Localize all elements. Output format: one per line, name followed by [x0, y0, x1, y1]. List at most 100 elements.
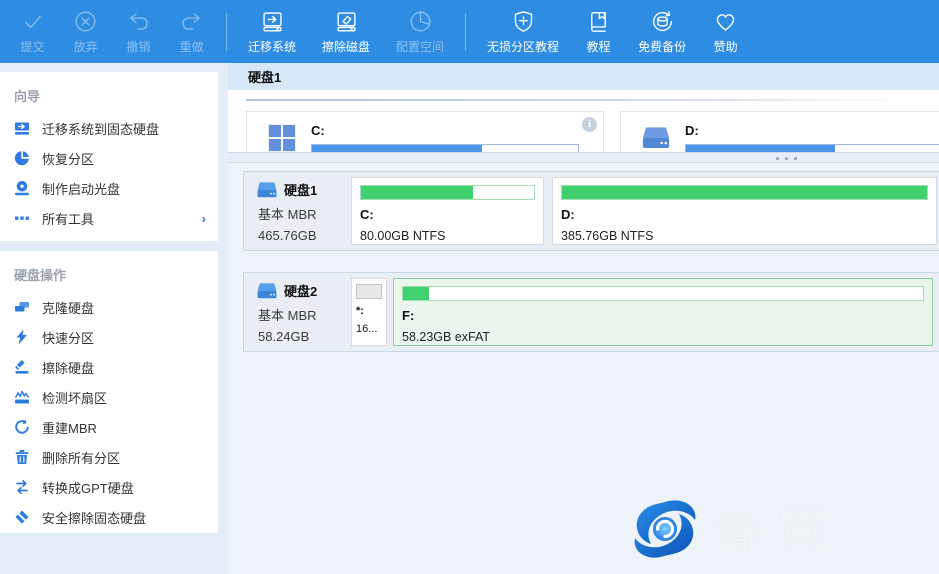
discard-label: 放弃 — [73, 38, 97, 55]
partition-letter: *: — [356, 305, 382, 317]
overview-volume-letter: C: — [311, 123, 579, 138]
sidebar-item-label: 恢复分区 — [42, 149, 94, 168]
discard-icon — [72, 8, 99, 35]
trash-icon — [14, 449, 30, 465]
sidebar-item-clone-disk[interactable]: 克隆硬盘 — [0, 292, 218, 322]
overview-usage-bar — [311, 144, 579, 152]
partition-unlettered[interactable]: *: 16... — [351, 278, 387, 346]
partition-usage-fill — [403, 287, 429, 300]
backup-icon — [649, 8, 676, 35]
migrate-ssd-icon — [14, 120, 30, 136]
partition-letter: C: — [360, 207, 535, 222]
info-icon[interactable]: i — [582, 117, 597, 132]
sidebar-item-all-tools[interactable]: 所有工具 › — [0, 203, 218, 233]
bootable-media-icon — [14, 180, 30, 196]
overview-usage-bar — [685, 144, 939, 152]
sidebar-item-wipe-hard-drive[interactable]: 擦除硬盘 — [0, 352, 218, 382]
tab-disk1[interactable]: 硬盘1 — [248, 67, 281, 86]
migrate-system-icon — [259, 8, 286, 35]
partition-usage-bar — [356, 284, 382, 299]
partition-usage-bar — [402, 286, 924, 301]
redo-icon — [178, 8, 205, 35]
brush-icon — [14, 359, 30, 375]
sidebar-item-quick-partition[interactable]: 快速分区 — [0, 322, 218, 352]
partition-usage-fill — [361, 186, 473, 199]
disk-row-1: 硬盘1 基本 MBR 465.76GB C: 80.00GB NTFS D: 3… — [243, 171, 939, 251]
sidebar-item-secure-erase-ssd[interactable]: 安全擦除固态硬盘 — [0, 502, 218, 532]
free-backup-button[interactable]: 免费备份 — [625, 0, 699, 63]
toolbar-separator — [465, 13, 466, 51]
sidebar-item-make-bootable-media[interactable]: 制作启动光盘 — [0, 173, 218, 203]
redo-button[interactable]: 重做 — [165, 0, 218, 63]
toolbar-separator — [226, 13, 227, 51]
drive-icon — [641, 123, 671, 152]
apply-button[interactable]: 提交 — [6, 0, 59, 63]
sidebar-item-check-bad-sectors[interactable]: 检测坏扇区 — [0, 382, 218, 412]
overview-volume-d[interactable]: D: — [620, 111, 939, 152]
free-backup-label: 免费备份 — [638, 38, 686, 55]
sidebar-item-label: 安全擦除固态硬盘 — [42, 508, 146, 527]
undo-button[interactable]: 撤销 — [112, 0, 165, 63]
sidebar-item-label: 迁移系统到固态硬盘 — [42, 119, 159, 138]
redo-label: 重做 — [179, 38, 203, 55]
partition-usage-fill — [357, 285, 381, 298]
disk-tab-bar: 硬盘1 — [228, 63, 939, 90]
splitter-handle[interactable] — [776, 157, 797, 160]
overview-volume-c[interactable]: C: i — [246, 111, 604, 152]
sidebar-item-delete-all-partitions[interactable]: 删除所有分区 — [0, 442, 218, 472]
sidebar-item-label: 擦除硬盘 — [42, 358, 94, 377]
zewang-logo-icon — [628, 498, 702, 560]
heart-icon — [712, 8, 739, 35]
allocate-space-icon — [407, 8, 434, 35]
sidebar-item-label: 转换成GPT硬盘 — [42, 478, 134, 497]
convert-arrows-icon — [14, 479, 30, 495]
disk-size: 465.76GB — [256, 228, 346, 243]
disk1-header[interactable]: 硬盘1 基本 MBR 465.76GB — [244, 172, 346, 250]
discard-button[interactable]: 放弃 — [59, 0, 112, 63]
chevron-right-icon: › — [202, 211, 206, 226]
partition-tutorial-button[interactable]: 无损分区教程 — [474, 0, 572, 63]
sidebar-item-label: 快速分区 — [42, 328, 94, 347]
book-icon — [585, 8, 612, 35]
windows-logo-icon — [267, 123, 297, 152]
disk-icon — [256, 181, 278, 199]
all-tools-icon — [14, 210, 30, 226]
shield-plus-icon — [510, 8, 537, 35]
clone-disk-icon — [14, 299, 30, 315]
check-icon — [19, 8, 46, 35]
partition-detail: 80.00GB NTFS — [360, 229, 535, 243]
migrate-system-label: 迁移系统 — [248, 38, 296, 55]
disk2-header[interactable]: 硬盘2 基本 MBR 58.24GB — [244, 273, 346, 351]
sidebar-item-rebuild-mbr[interactable]: 重建MBR — [0, 412, 218, 442]
wipe-disk-button[interactable]: 擦除磁盘 — [309, 0, 383, 63]
partition-d[interactable]: D: 385.76GB NTFS — [552, 177, 937, 245]
sidebar-item-label: 删除所有分区 — [42, 448, 120, 467]
overview-usage-fill — [312, 145, 482, 152]
allocate-space-button[interactable]: 配置空间 — [383, 0, 457, 63]
partition-c[interactable]: C: 80.00GB NTFS — [351, 177, 544, 245]
sponsor-button[interactable]: 赞助 — [699, 0, 752, 63]
sidebar-item-convert-to-gpt[interactable]: 转换成GPT硬盘 — [0, 472, 218, 502]
watermark: 泽网 — [628, 493, 838, 565]
undo-icon — [125, 8, 152, 35]
sidebar-item-properties[interactable]: 属性 — [0, 532, 218, 533]
sidebar-section-disk-operations: 硬盘操作 — [0, 251, 218, 292]
partition-detail: 385.76GB NTFS — [561, 229, 928, 243]
disk-icon — [256, 282, 278, 300]
tutorial-button[interactable]: 教程 — [572, 0, 625, 63]
overview-volume-letter: D: — [685, 123, 939, 138]
disk-name: 硬盘1 — [284, 180, 317, 199]
wipe-disk-icon — [333, 8, 360, 35]
sidebar-item-migrate-to-ssd[interactable]: 迁移系统到固态硬盘 — [0, 113, 218, 143]
disk-bus-type: 基本 MBR — [256, 305, 346, 324]
partition-f-selected[interactable]: F: 58.23GB exFAT — [393, 278, 933, 346]
recover-partition-icon — [14, 150, 30, 166]
tutorial-label: 教程 — [587, 38, 611, 55]
sidebar: 向导 迁移系统到固态硬盘 恢复分区 制作启动光盘 所有工具 › 硬盘操作 克隆硬… — [0, 72, 218, 533]
sidebar-item-label: 克隆硬盘 — [42, 298, 94, 317]
apply-label: 提交 — [20, 38, 44, 55]
migrate-system-button[interactable]: 迁移系统 — [235, 0, 309, 63]
splitter-bar — [228, 152, 939, 163]
sidebar-item-recover-partition[interactable]: 恢复分区 — [0, 143, 218, 173]
disk-list: 硬盘1 基本 MBR 465.76GB C: 80.00GB NTFS D: 3… — [228, 163, 939, 574]
